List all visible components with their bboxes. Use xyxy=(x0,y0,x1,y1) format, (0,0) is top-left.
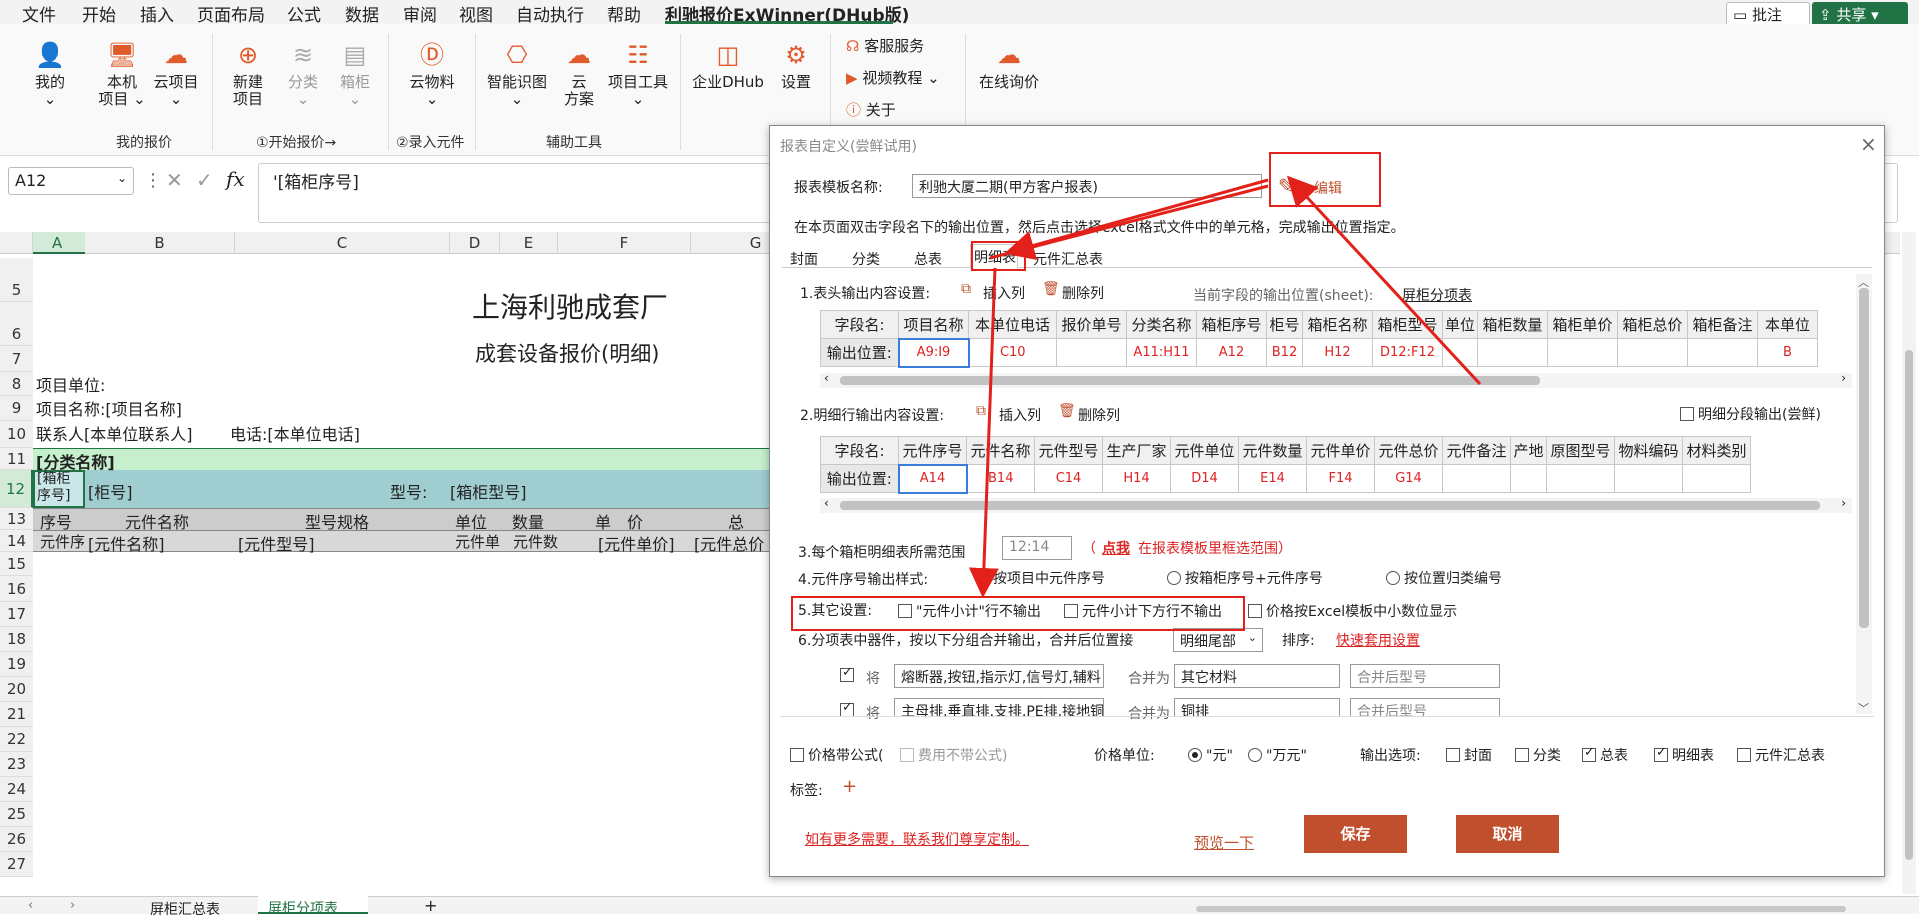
annotation-arrows xyxy=(968,175,1482,598)
arrow-edit-to-tab-2 xyxy=(989,184,1269,260)
arrow-edit-to-tab xyxy=(1004,178,1269,260)
arrow-to-edit xyxy=(1286,175,1482,386)
arrow-tab-to-settings xyxy=(968,267,999,598)
